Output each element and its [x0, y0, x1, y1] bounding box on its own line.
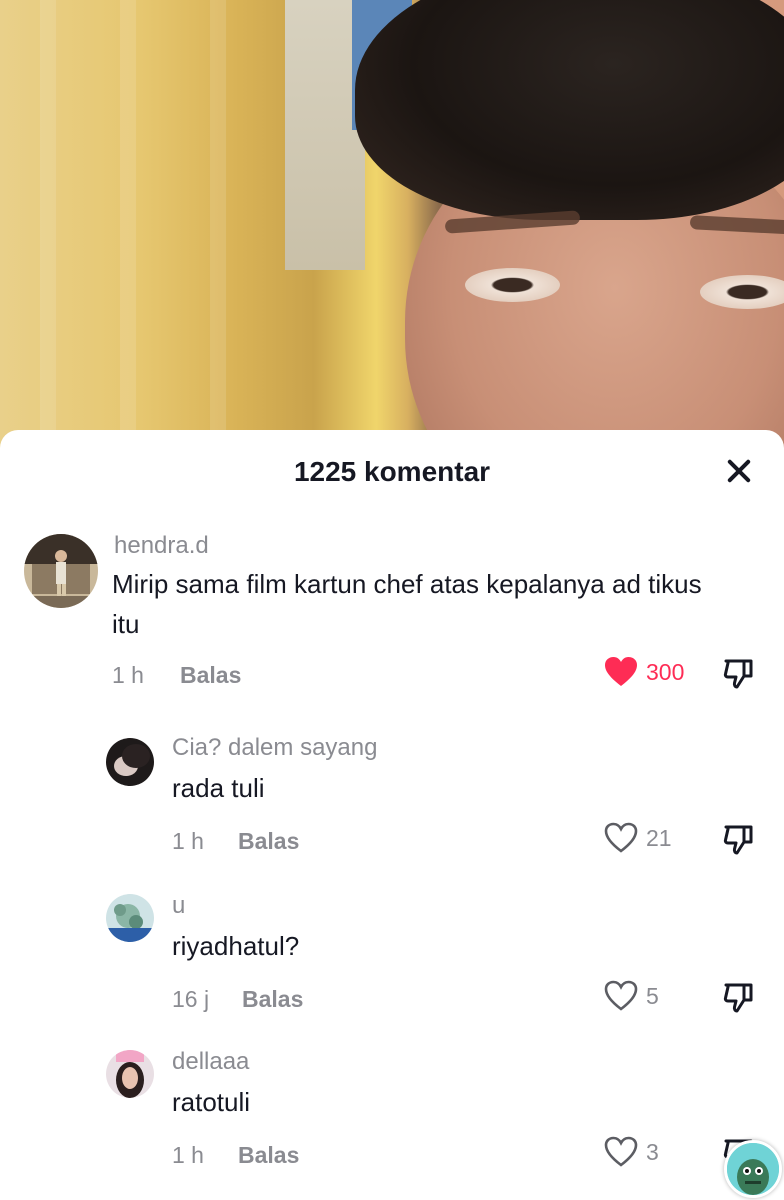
heart-icon: [604, 822, 638, 853]
like-count: 3: [646, 1138, 659, 1165]
comment-username[interactable]: hendra.d: [114, 532, 209, 560]
video-background[interactable]: [0, 0, 784, 460]
comment-username[interactable]: Cia? dalem sayang: [172, 734, 377, 762]
reply-button[interactable]: Balas: [238, 1142, 299, 1169]
dislike-icon[interactable]: [722, 982, 754, 1014]
like-button[interactable]: 5: [604, 980, 659, 1012]
avatar-image: [106, 1050, 154, 1098]
avatar-image: [24, 534, 98, 608]
reply-button[interactable]: Balas: [242, 986, 303, 1013]
avatar[interactable]: [106, 1050, 154, 1098]
character-icon: [727, 1143, 779, 1195]
curtain-fold: [210, 0, 226, 460]
avatar[interactable]: [24, 534, 98, 608]
curtain-fold: [120, 0, 136, 460]
heart-icon: [604, 1136, 638, 1167]
heart-icon: [604, 980, 638, 1011]
comment-time: 1 h: [172, 1142, 204, 1168]
dislike-icon[interactable]: [722, 658, 754, 690]
comment-username[interactable]: dellaaa: [172, 1048, 249, 1076]
comment-time: 1 h: [112, 662, 144, 688]
reply-button[interactable]: Balas: [238, 828, 299, 855]
comment-text: Mirip sama film kartun chef atas kepalan…: [112, 569, 702, 599]
comments-sheet: 1225 komentar hendra.d Mirip sama film k…: [0, 430, 784, 1200]
like-button[interactable]: 3: [604, 1136, 659, 1168]
sheet-header: 1225 komentar: [0, 430, 784, 516]
avatar[interactable]: [106, 738, 154, 786]
eye-left: [465, 268, 560, 302]
avatar[interactable]: [106, 894, 154, 942]
like-count: 300: [646, 658, 685, 685]
comment-time: 1 h: [172, 828, 204, 854]
like-button[interactable]: 21: [604, 822, 672, 854]
like-button[interactable]: 300: [604, 656, 684, 688]
like-count: 5: [646, 982, 659, 1009]
eye-right: [700, 275, 784, 309]
comment-text-continued: itu: [112, 609, 140, 639]
heart-icon: [605, 657, 637, 686]
dislike-icon[interactable]: [722, 824, 754, 856]
floating-avatar-button[interactable]: [724, 1140, 782, 1198]
close-icon[interactable]: [722, 454, 756, 488]
curtain-fold: [40, 0, 56, 460]
comment-text: rada tuli: [172, 773, 265, 803]
like-count: 21: [646, 824, 672, 851]
reply-button[interactable]: Balas: [180, 662, 241, 689]
person-hair: [355, 0, 784, 220]
comment-username[interactable]: u: [172, 892, 185, 920]
comment-count-title: 1225 komentar: [293, 456, 491, 487]
avatar-image: [106, 894, 154, 942]
avatar-image: [106, 738, 154, 786]
comment-text: riyadhatul?: [172, 931, 300, 961]
comment-text: ratotuli: [172, 1087, 251, 1117]
comment-time: 16 j: [172, 986, 210, 1012]
